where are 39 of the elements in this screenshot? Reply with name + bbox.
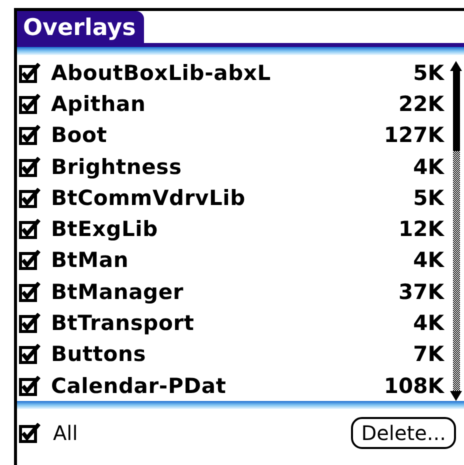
checkbox[interactable]: [19, 219, 41, 240]
window-title: Overlays: [17, 11, 144, 43]
item-size: 127K: [384, 123, 444, 148]
item-size: 7K: [413, 342, 444, 366]
checkbox[interactable]: [19, 250, 41, 270]
item-name[interactable]: BtManager: [51, 280, 398, 304]
item-size: 22K: [398, 92, 444, 116]
item-size: 12K: [398, 217, 444, 242]
item-name[interactable]: AboutBoxLib-abxL: [51, 60, 414, 85]
item-name[interactable]: Boot: [51, 123, 384, 148]
item-name[interactable]: BtMan: [51, 248, 414, 272]
item-size: 5K: [413, 60, 444, 85]
checkbox[interactable]: [19, 376, 41, 396]
item-size: 37K: [398, 280, 444, 304]
item-name[interactable]: Brightness: [51, 154, 414, 179]
item-size: 4K: [413, 154, 444, 179]
scroll-up-icon[interactable]: [450, 61, 462, 71]
item-size: 4K: [413, 248, 444, 272]
item-name[interactable]: BtCommVdrvLib: [51, 186, 414, 210]
checkbox[interactable]: [19, 344, 41, 364]
all-checkbox[interactable]: [19, 423, 41, 444]
checkbox[interactable]: [19, 62, 41, 83]
checkbox[interactable]: [19, 156, 41, 177]
item-name[interactable]: BtTransport: [51, 311, 414, 336]
all-label[interactable]: All: [53, 421, 352, 446]
checkbox[interactable]: [19, 188, 41, 208]
item-size: 4K: [413, 311, 444, 336]
scrollbar-track[interactable]: [452, 71, 460, 392]
item-name[interactable]: Buttons: [51, 342, 414, 366]
checkbox[interactable]: [19, 313, 41, 334]
item-size: 5K: [413, 186, 444, 210]
checkbox[interactable]: [19, 94, 41, 114]
item-name[interactable]: Apithan: [51, 92, 398, 116]
item-name[interactable]: BtExgLib: [51, 217, 398, 242]
item-name[interactable]: Calendar-PDat: [51, 374, 384, 398]
checkbox[interactable]: [19, 282, 41, 302]
checkbox[interactable]: [19, 125, 41, 146]
delete-button[interactable]: Delete...: [351, 417, 456, 450]
item-size: 108K: [384, 374, 444, 398]
